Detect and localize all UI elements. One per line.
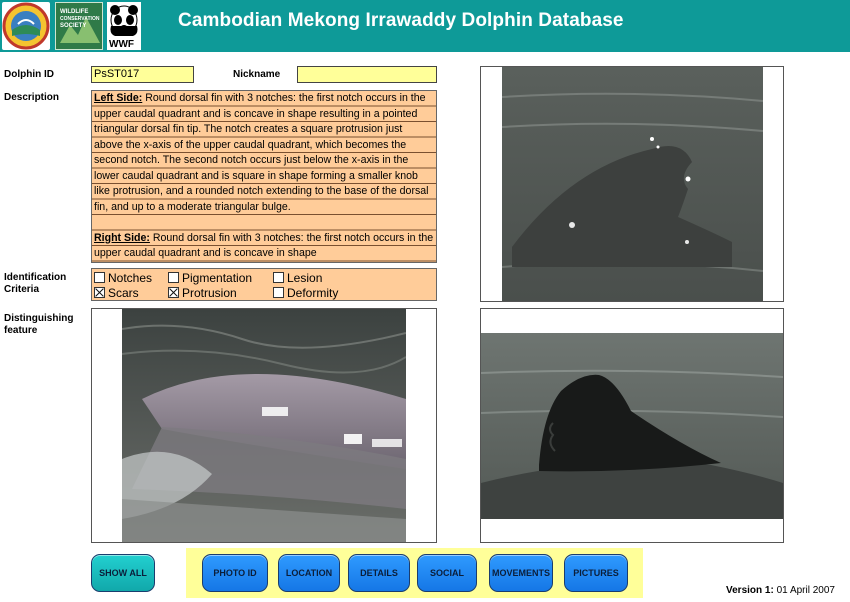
description-text: Left Side: Round dorsal fin with 3 notch…	[92, 91, 436, 262]
app-title: Cambodian Mekong Irrawaddy Dolphin Datab…	[178, 10, 624, 31]
distinguishing-feature-photo-frame	[91, 308, 437, 543]
location-button[interactable]: LOCATION	[278, 554, 340, 592]
lesion-label: Lesion	[287, 271, 323, 285]
nickname-label: Nickname	[233, 69, 281, 80]
deformity-label: Deformity	[287, 286, 339, 300]
description-label: Description	[4, 92, 60, 103]
wwf-logo: WWF	[107, 2, 141, 50]
lesion-checkbox[interactable]	[273, 272, 284, 283]
svg-text:WWF: WWF	[109, 39, 134, 50]
criterion-lesion[interactable]: Lesion	[273, 271, 322, 285]
svg-text:CONSERVATION: CONSERVATION	[60, 16, 100, 22]
organization-logo-emblem	[2, 2, 50, 50]
identification-criteria-panel: Notches Pigmentation Lesion Scars Protru…	[91, 268, 437, 301]
feature-label-line1: Distinguishing	[4, 313, 74, 324]
wcs-logo: WILDLIFE CONSERVATION SOCIETY	[55, 2, 103, 50]
protrusion-checkbox[interactable]	[168, 287, 179, 298]
deformity-checkbox[interactable]	[273, 287, 284, 298]
pictures-button[interactable]: PICTURES	[564, 554, 628, 592]
feature-label-line2: feature	[4, 325, 38, 336]
svg-text:WILDLIFE: WILDLIFE	[60, 9, 88, 15]
criterion-pigmentation[interactable]: Pigmentation	[168, 271, 252, 285]
criterion-scars[interactable]: Scars	[94, 286, 139, 300]
photo-id-button[interactable]: PHOTO ID	[202, 554, 268, 592]
notches-label: Notches	[108, 271, 153, 285]
details-button[interactable]: DETAILS	[348, 554, 410, 592]
left-side-fin-photo-frame	[480, 308, 784, 543]
version-info: Version 1: 01 April 2007	[726, 585, 835, 596]
distinguishing-feature-photo	[122, 309, 406, 542]
pigmentation-label: Pigmentation	[182, 271, 253, 285]
right-side-fin-photo	[502, 67, 763, 301]
criterion-notches[interactable]: Notches	[94, 271, 152, 285]
version-date: 01 April 2007	[776, 585, 835, 596]
version-label: Version 1:	[726, 585, 774, 596]
nickname-field[interactable]	[297, 66, 437, 83]
right-side-fin-photo-frame	[480, 66, 784, 302]
right-side-heading: Right Side:	[94, 231, 150, 244]
criterion-deformity[interactable]: Deformity	[273, 286, 338, 300]
scars-label: Scars	[108, 286, 139, 300]
show-all-button[interactable]: SHOW ALL	[91, 554, 155, 592]
criterion-protrusion[interactable]: Protrusion	[168, 286, 237, 300]
svg-text:SOCIETY: SOCIETY	[60, 23, 86, 29]
social-button[interactable]: SOCIAL	[417, 554, 477, 592]
scars-checkbox[interactable]	[94, 287, 105, 298]
protrusion-label: Protrusion	[182, 286, 237, 300]
criteria-label-line2: Criteria	[4, 284, 40, 295]
movements-button[interactable]: MOVEMENTS	[489, 554, 553, 592]
pigmentation-checkbox[interactable]	[168, 272, 179, 283]
dolphin-id-label: Dolphin ID	[4, 69, 54, 80]
description-textarea[interactable]: Left Side: Round dorsal fin with 3 notch…	[91, 90, 437, 263]
dolphin-id-field[interactable]: PsST017	[91, 66, 194, 83]
criteria-label-line1: Identification	[4, 272, 67, 283]
left-side-heading: Left Side:	[94, 92, 143, 104]
left-side-fin-photo	[481, 333, 783, 519]
left-side-text: Round dorsal fin with 3 notches: the fir…	[94, 92, 429, 213]
header-bar: WILDLIFE CONSERVATION SOCIETY WWF Cambod…	[0, 0, 850, 52]
notches-checkbox[interactable]	[94, 272, 105, 283]
